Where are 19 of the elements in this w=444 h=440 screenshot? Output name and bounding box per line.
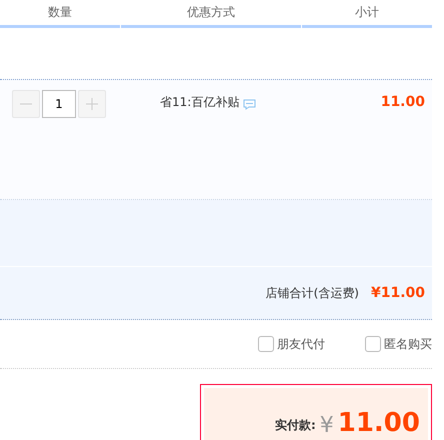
- subtotal-price: 11.00: [380, 94, 425, 110]
- option-label: 朋友代付: [277, 336, 325, 352]
- column-header: 小计: [355, 4, 379, 21]
- decrease-button[interactable]: [12, 90, 40, 118]
- option-label: 匿名购买: [384, 336, 432, 352]
- plus-icon: [86, 98, 98, 110]
- checkbox[interactable]: [258, 336, 274, 352]
- comment-icon[interactable]: [243, 99, 256, 110]
- payment-amount: 11.00: [338, 408, 420, 438]
- column-header: 数量: [48, 4, 72, 21]
- payment-label: 实付款:: [274, 417, 316, 434]
- increase-button[interactable]: [78, 90, 106, 118]
- shop-total-amount: ¥11.00: [370, 285, 425, 301]
- quantity-field[interactable]: 1: [42, 90, 76, 118]
- shop-total-label: 店铺合计(含运费): [266, 284, 359, 302]
- discount-label: 省11:百亿补贴: [160, 94, 240, 111]
- checkbox[interactable]: [365, 336, 381, 352]
- column-header: 优惠方式: [187, 4, 235, 21]
- currency-symbol: ¥: [320, 413, 334, 438]
